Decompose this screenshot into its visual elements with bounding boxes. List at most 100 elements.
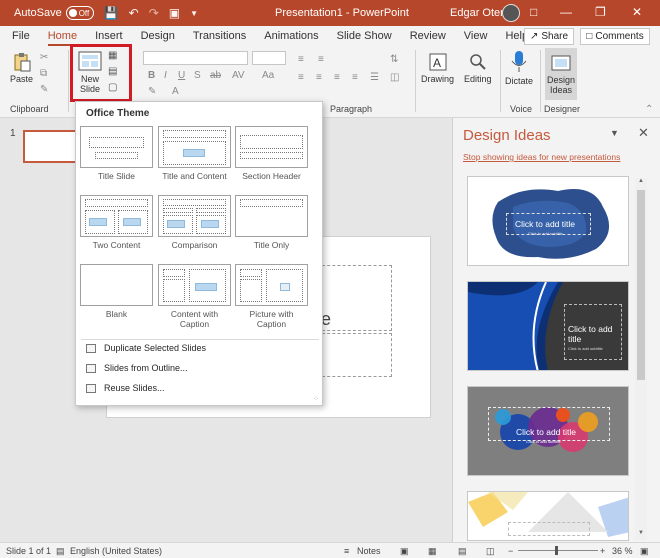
close-button[interactable]: ✕ <box>632 5 642 19</box>
comments-button[interactable]: □ Comments <box>580 28 650 45</box>
tab-file[interactable]: File <box>0 30 39 42</box>
share-button[interactable]: ↗ Share <box>524 28 574 45</box>
slide-thumbnail[interactable] <box>23 130 83 163</box>
ribbon-display-icon[interactable]: □ <box>530 5 537 19</box>
layout-title-only[interactable]: Title Only <box>235 195 308 250</box>
menu-item-label: Duplicate Selected Slides <box>104 343 207 353</box>
paragraph-group-label: Paragraph <box>330 104 373 114</box>
change-case-icon[interactable]: Aa <box>262 70 274 81</box>
design-idea-1[interactable]: Click to add title Click to add subtitle <box>467 176 629 266</box>
restore-button[interactable]: ❐ <box>595 5 606 19</box>
scroll-thumb[interactable] <box>637 190 645 380</box>
minimize-button[interactable]: — <box>560 5 572 19</box>
zoom-slider-handle[interactable] <box>555 546 558 555</box>
tab-animations[interactable]: Animations <box>255 30 327 42</box>
tab-transitions[interactable]: Transitions <box>184 30 255 42</box>
tab-insert[interactable]: Insert <box>86 30 132 42</box>
paste-button[interactable]: Paste <box>10 52 33 84</box>
shadow-icon[interactable]: S <box>194 70 201 81</box>
scroll-down-icon[interactable]: ▼ <box>635 530 647 540</box>
design-idea-4[interactable] <box>467 491 629 541</box>
zoom-slider[interactable] <box>518 550 598 551</box>
font-name-box[interactable] <box>143 51 248 65</box>
slideshow-icon[interactable]: ◫ <box>486 546 495 557</box>
subtitle-placeholder[interactable] <box>322 333 392 377</box>
underline-icon[interactable]: U <box>178 70 185 81</box>
user-name[interactable]: Edgar Otero <box>450 7 510 19</box>
text-direction-icon[interactable]: ⇅ <box>390 54 398 65</box>
avatar[interactable] <box>502 4 520 22</box>
slides-from-outline-item[interactable]: Slides from Outline... <box>86 363 188 373</box>
highlight-icon[interactable]: ✎ <box>148 86 156 97</box>
close-icon[interactable]: ✕ <box>638 125 649 141</box>
bold-icon[interactable]: B <box>148 70 155 81</box>
layout-title-slide[interactable]: Title Slide <box>80 126 153 181</box>
center-icon[interactable]: ≡ <box>316 72 322 83</box>
spelling-icon[interactable]: ▤ <box>56 546 65 557</box>
redo-icon[interactable]: ↷ <box>149 6 159 20</box>
cut-icon[interactable]: ✂ <box>40 52 48 63</box>
notes-button[interactable]: Notes <box>357 546 381 556</box>
zoom-level[interactable]: 36 % <box>612 546 633 556</box>
slide-sorter-icon[interactable]: ▦ <box>428 546 437 557</box>
tab-slide-show[interactable]: Slide Show <box>328 30 401 42</box>
font-size-box[interactable] <box>252 51 286 65</box>
reading-view-icon[interactable]: ▤ <box>458 546 467 557</box>
menu-item-label: Reuse Slides... <box>104 383 165 393</box>
content-icons <box>183 149 205 157</box>
editing-button[interactable]: Editing <box>464 52 492 84</box>
columns-icon[interactable]: ☰ <box>370 72 379 83</box>
design-ideas-button[interactable]: Design Ideas <box>545 48 577 100</box>
copy-icon[interactable]: ⧉ <box>40 68 47 79</box>
notes-icon[interactable]: ≡ <box>344 546 349 556</box>
save-icon[interactable]: 💾 <box>104 6 119 20</box>
normal-view-icon[interactable]: ▣ <box>400 546 409 557</box>
stop-showing-ideas-link[interactable]: Stop showing ideas for new presentations <box>463 152 620 162</box>
tab-view[interactable]: View <box>455 30 497 42</box>
duplicate-selected-slides-item[interactable]: Duplicate Selected Slides <box>86 343 206 353</box>
dictate-button[interactable]: Dictate <box>505 50 533 86</box>
autosave-toggle[interactable]: Off <box>65 6 94 20</box>
pane-scrollbar[interactable]: ▲ ▼ <box>635 178 647 540</box>
pane-options-icon[interactable]: ▼ <box>610 128 619 138</box>
editing-label: Editing <box>464 74 492 84</box>
resize-grip-icon[interactable]: ⁘ <box>313 395 319 403</box>
fit-slide-icon[interactable]: ▣ <box>640 546 649 557</box>
layout-section-header[interactable]: Section Header <box>235 126 308 181</box>
tab-home[interactable]: Home <box>39 30 86 46</box>
format-painter-icon[interactable]: ✎ <box>40 84 48 95</box>
strikethrough-icon[interactable]: ab <box>210 70 221 81</box>
content-icons <box>167 220 185 228</box>
slide-number: 1 <box>10 128 16 139</box>
align-right-icon[interactable]: ≡ <box>334 72 340 83</box>
collapse-ribbon-icon[interactable]: ⌃ <box>645 104 653 115</box>
scroll-up-icon[interactable]: ▲ <box>635 178 647 188</box>
char-spacing-icon[interactable]: AV <box>232 70 245 81</box>
layout-comparison[interactable]: Comparison <box>158 195 231 250</box>
reuse-slides-item[interactable]: Reuse Slides... <box>86 383 165 393</box>
font-color-icon[interactable]: A <box>172 86 179 97</box>
drawing-button[interactable]: A Drawing <box>421 52 454 84</box>
tab-design[interactable]: Design <box>132 30 184 42</box>
justify-icon[interactable]: ≡ <box>352 72 358 83</box>
layout-blank[interactable]: Blank <box>80 264 153 319</box>
layout-title-and-content[interactable]: Title and Content <box>158 126 231 181</box>
tab-review[interactable]: Review <box>401 30 455 42</box>
design-idea-3[interactable]: Click to add title Click to add subtitle <box>467 386 629 476</box>
title-placeholder[interactable] <box>322 265 392 331</box>
undo-icon[interactable]: ↶ <box>129 6 139 20</box>
present-icon[interactable]: ▣ <box>169 6 180 20</box>
layout-content-with-caption[interactable]: Content with Caption <box>158 264 231 329</box>
layout-two-content[interactable]: Two Content <box>80 195 153 250</box>
customize-qat-icon[interactable]: ▼ <box>190 9 198 18</box>
language-indicator[interactable]: English (United States) <box>70 546 162 556</box>
italic-icon[interactable]: I <box>164 70 167 81</box>
zoom-out-icon[interactable]: − <box>508 546 513 556</box>
zoom-in-icon[interactable]: + <box>600 546 605 556</box>
align-left-icon[interactable]: ≡ <box>298 72 304 83</box>
design-idea-2[interactable]: Click to add title Click to add subtitle <box>467 281 629 371</box>
layout-picture-with-caption[interactable]: Picture with Caption <box>235 264 308 329</box>
smartart-icon[interactable]: ◫ <box>390 72 399 83</box>
bullets-icon[interactable]: ≡ <box>298 54 304 65</box>
numbering-icon[interactable]: ≡ <box>318 54 324 65</box>
